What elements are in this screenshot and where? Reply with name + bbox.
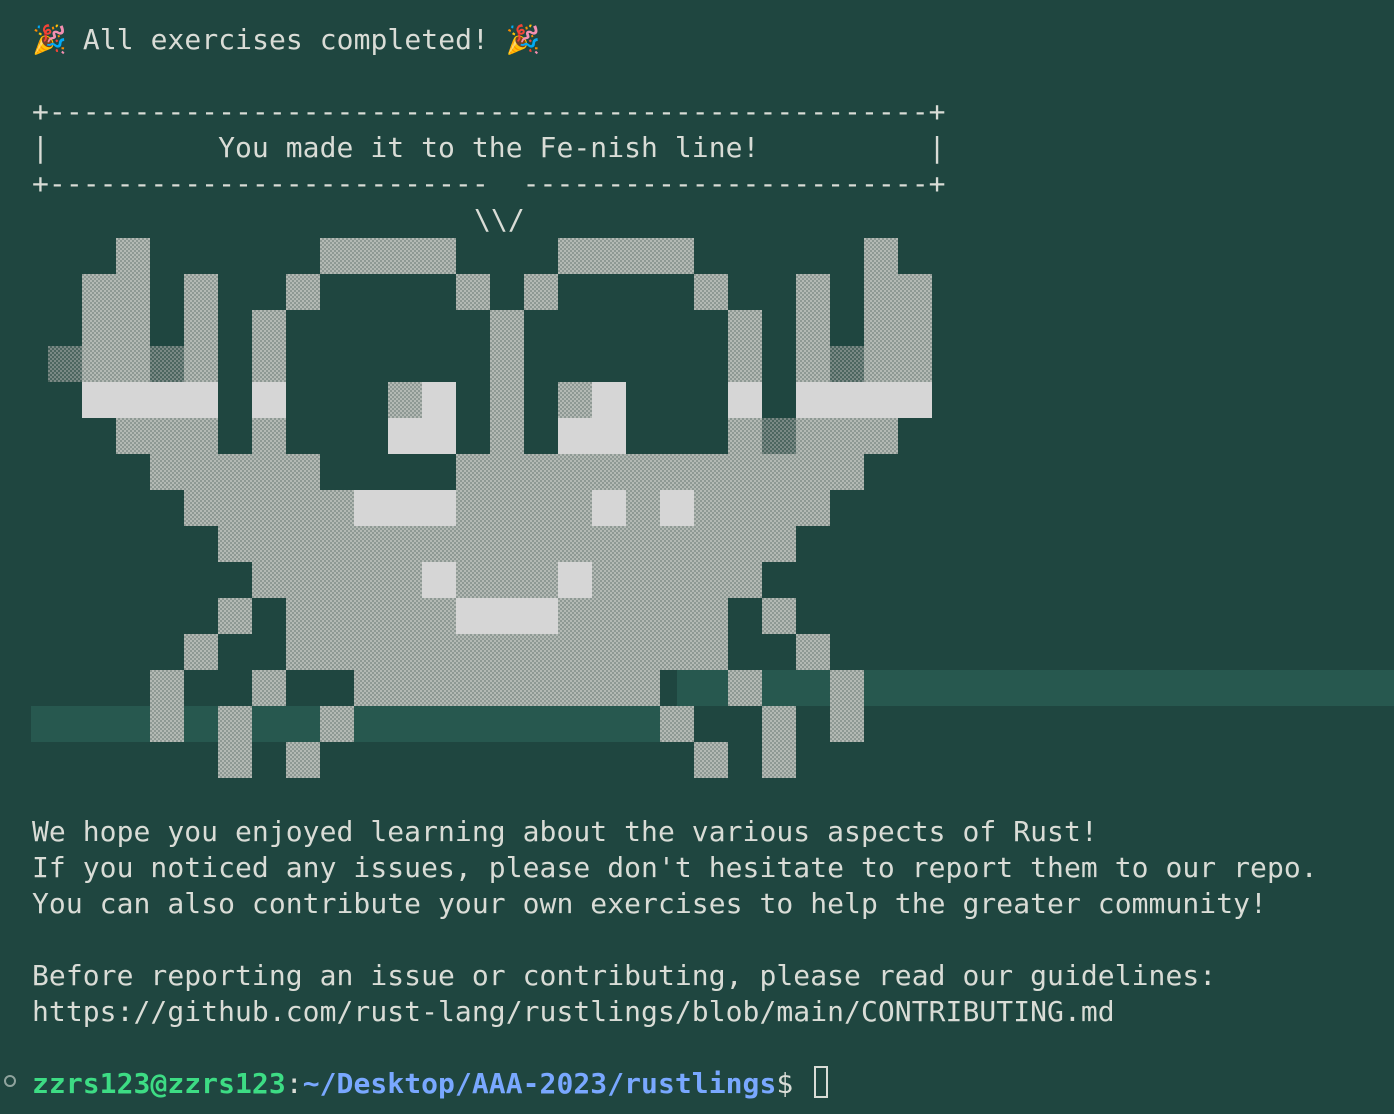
stalk-highlight <box>490 382 524 418</box>
left-claw <box>48 238 218 490</box>
selection-band <box>677 670 1394 706</box>
guidelines-text: Before reporting an issue or contributin… <box>32 959 1217 992</box>
shell-prompt[interactable]: zzrs123@zzrs123:~/Desktop/AAA-2023/rustl… <box>32 1066 810 1102</box>
text-cursor <box>814 1066 828 1098</box>
stalk-highlight <box>252 382 286 418</box>
eye-stalks <box>252 238 762 454</box>
prompt-symbol: $ <box>776 1067 811 1100</box>
stalk-highlight <box>728 382 762 418</box>
left-eye <box>388 382 456 454</box>
prompt-separator: : <box>285 1067 303 1100</box>
message-line: We hope you enjoyed learning about the v… <box>32 815 1098 848</box>
crab-body <box>184 454 830 706</box>
right-claw <box>762 238 932 490</box>
prompt-user-host: zzrs123@zzrs123 <box>32 1067 286 1100</box>
right-eye <box>558 382 626 454</box>
ferris-crab-ascii-art <box>31 238 1394 778</box>
terminal-window[interactable]: 🎉 All exercises completed! 🎉 +----------… <box>0 0 1394 1114</box>
prompt-path: ~/Desktop/AAA-2023/rustlings <box>302 1067 777 1100</box>
prompt-status-icon <box>4 1075 16 1087</box>
message-line: You can also contribute your own exercis… <box>32 887 1267 920</box>
right-claw-edge <box>796 382 932 418</box>
contributing-link[interactable]: https://github.com/rust-lang/rustlings/b… <box>32 994 1115 1030</box>
message-line: If you noticed any issues, please don't … <box>32 851 1318 884</box>
left-claw-edge <box>82 382 218 418</box>
